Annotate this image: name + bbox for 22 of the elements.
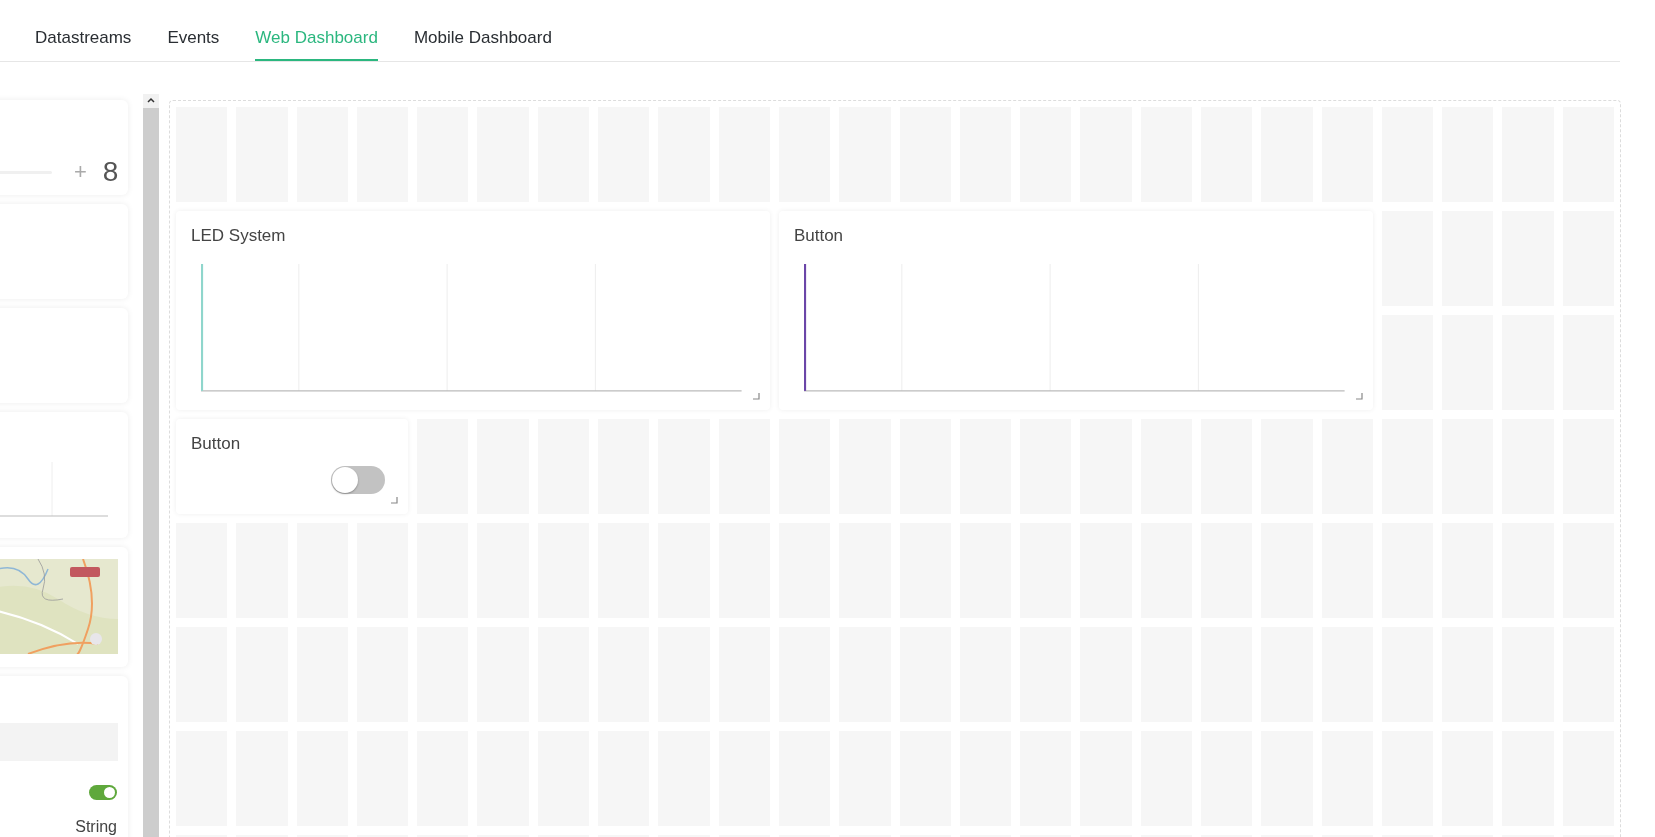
resize-handle-icon[interactable] [752,393,760,400]
widget-card[interactable]: + 8 [0,100,128,195]
scrollbar[interactable] [143,94,159,837]
scroll-up-icon[interactable] [143,94,159,108]
tab[interactable]: Mobile Dashboard [413,28,552,61]
widget-title: Button [793,226,844,246]
value-text: 8 [102,156,119,188]
toggle-switch[interactable] [331,466,386,494]
widget-title: Button [191,434,241,454]
widget-title: LED System [191,226,286,246]
toggle-switch[interactable] [89,785,117,800]
tab[interactable]: Events [167,28,220,61]
tab[interactable]: Datastreams [35,28,132,61]
switch-widget[interactable]: Button [176,419,409,514]
widget-card[interactable] [0,547,128,667]
resize-handle-icon[interactable] [391,497,399,504]
widget-card[interactable] [0,412,128,538]
type-label: String [75,818,117,836]
resize-handle-icon[interactable] [1355,393,1363,400]
chart-widget[interactable]: LED System [176,211,770,410]
widget-card[interactable]: String [0,676,128,837]
chart-widget[interactable]: Button [778,211,1373,410]
